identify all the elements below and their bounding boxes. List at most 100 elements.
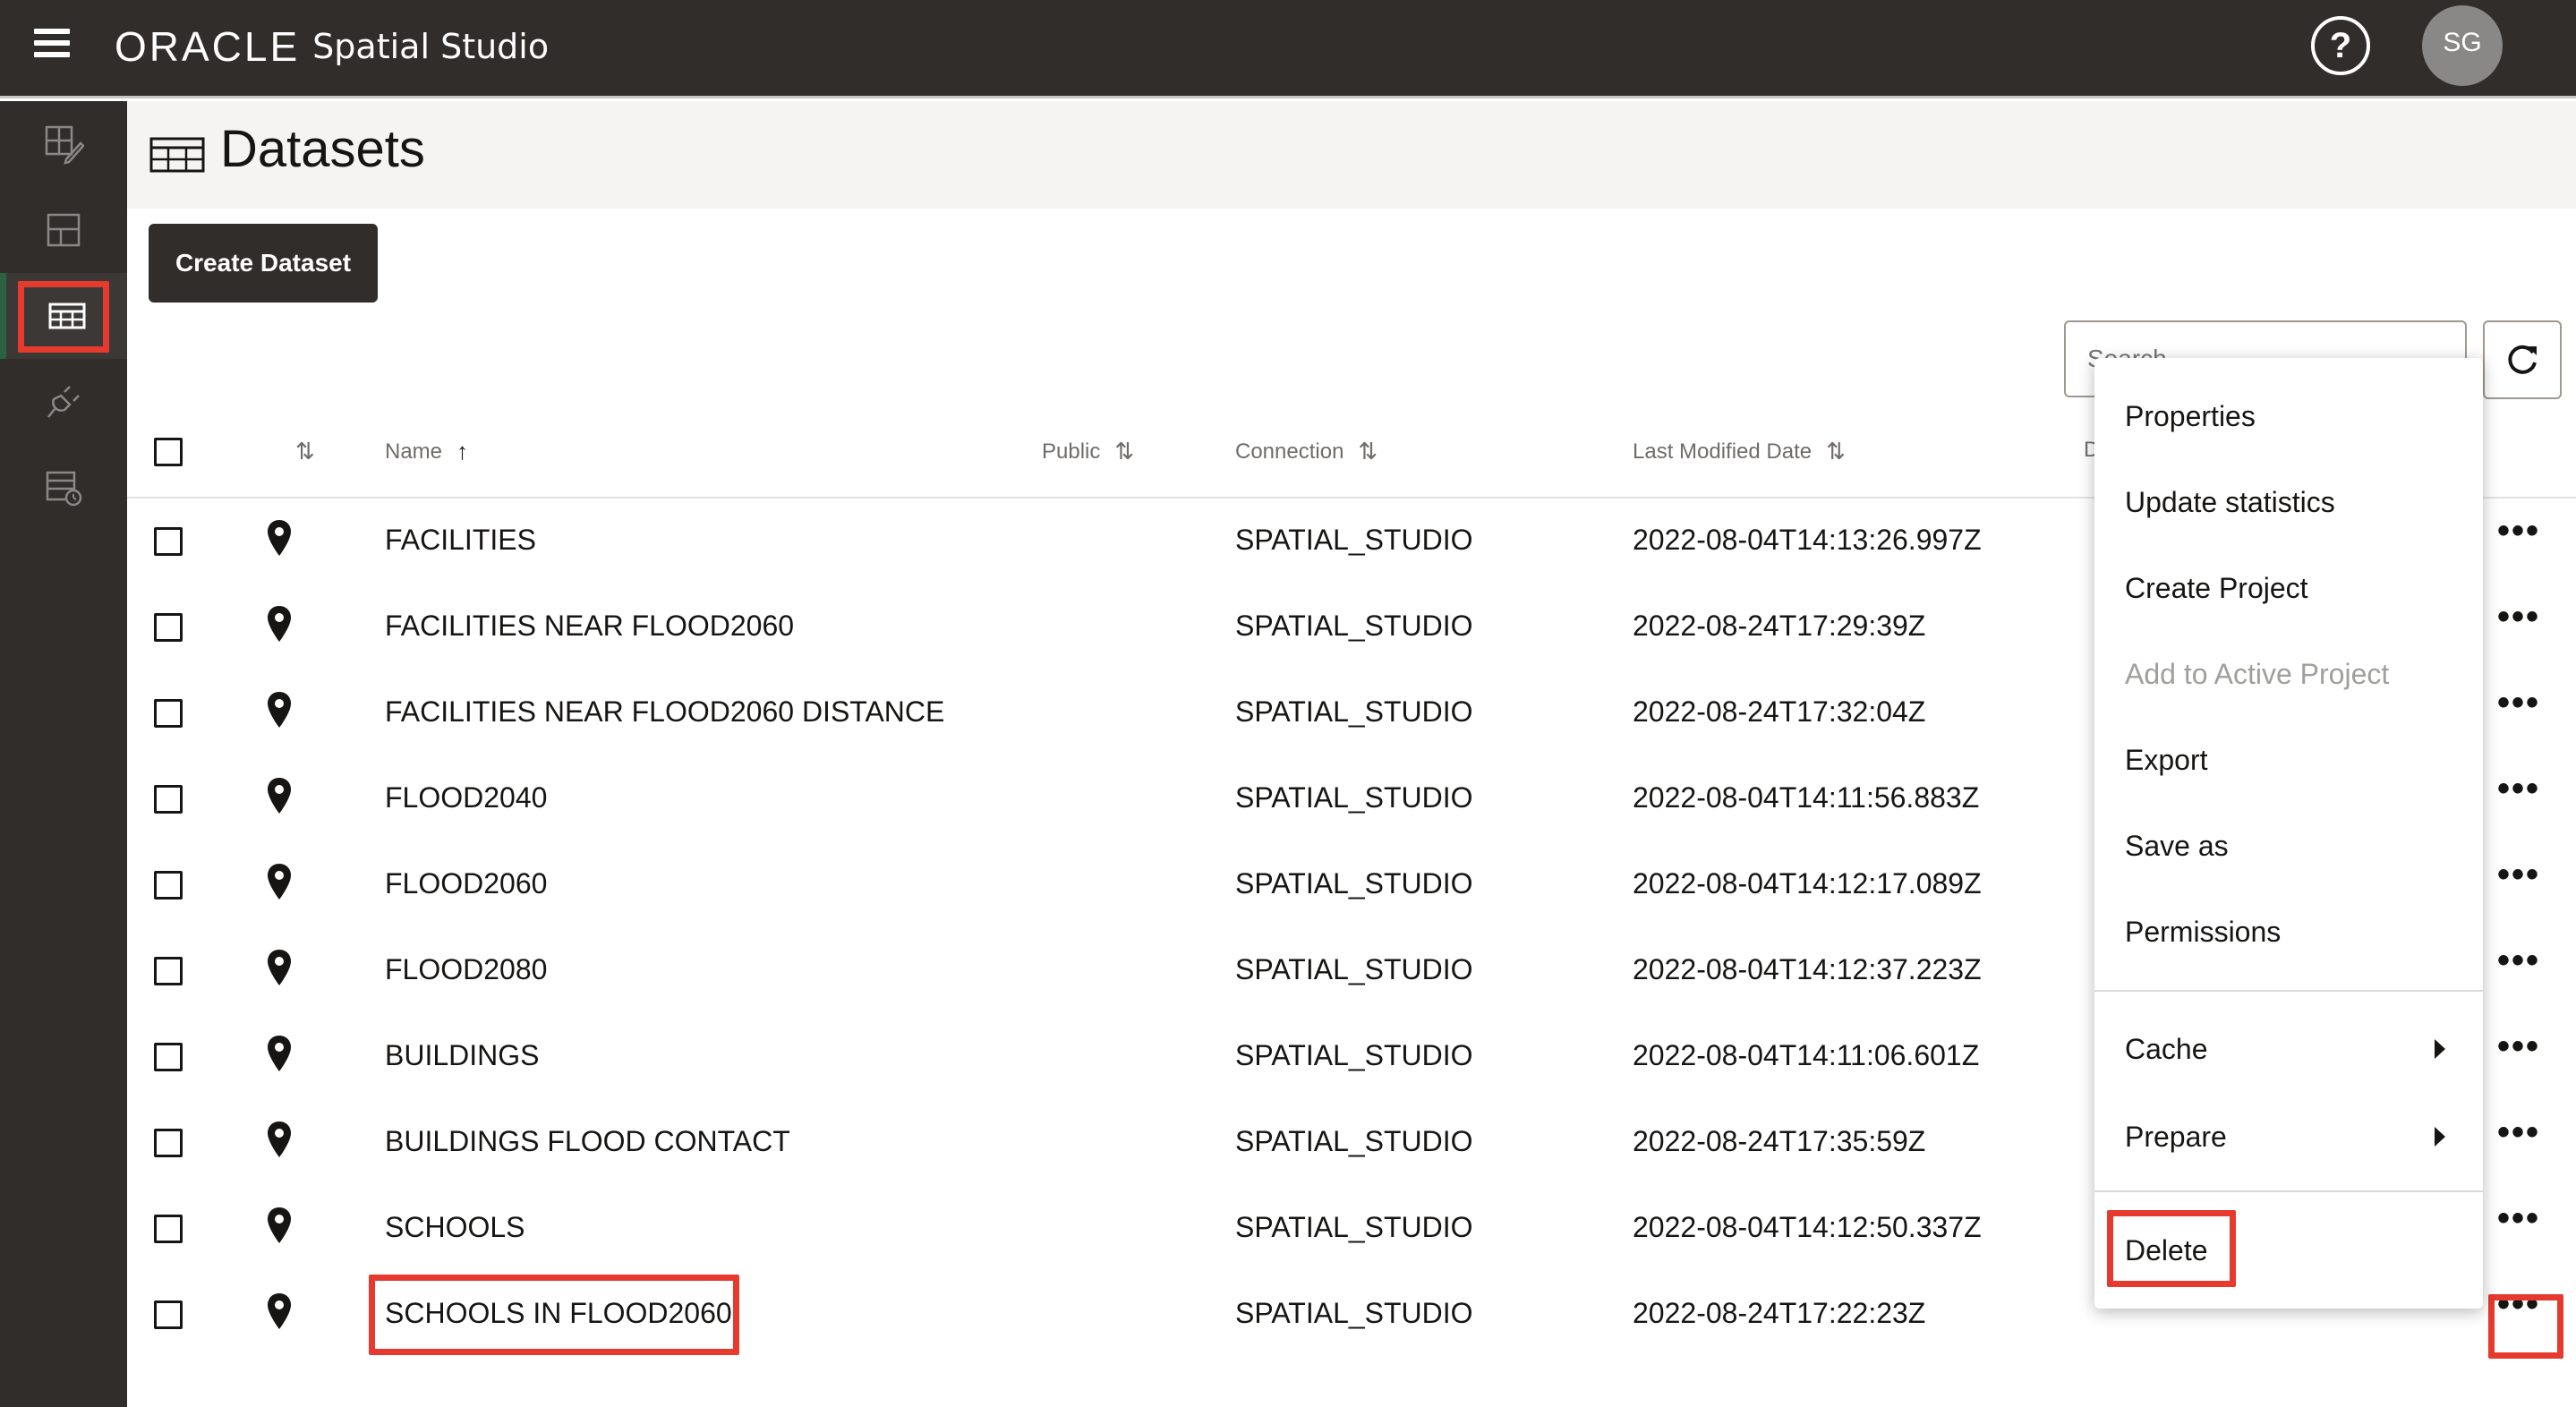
row-checkbox[interactable]	[154, 527, 183, 556]
row-checkbox[interactable]	[154, 871, 183, 900]
row-checkbox[interactable]	[154, 1129, 183, 1157]
last-modified-date: 2022-08-04T14:12:17.089Z	[1633, 867, 1982, 900]
last-modified-column-header[interactable]: Last Modified Date ⇅	[1633, 438, 1846, 465]
menu-item-add-to-active-project: Add to Active Project	[2094, 634, 2483, 714]
public-header-label: Public	[1042, 439, 1101, 464]
datasets-nav-highlight	[18, 281, 109, 353]
product-name: Spatial Studio	[312, 27, 550, 66]
brand-logo: ORACLE Spatial Studio	[115, 20, 549, 73]
map-pin-icon	[268, 692, 291, 728]
row-checkbox[interactable]	[154, 785, 183, 814]
dataset-name[interactable]: BUILDINGS	[385, 1039, 539, 1072]
public-column-header[interactable]: Public ⇅	[1042, 438, 1134, 465]
row-checkbox[interactable]	[154, 1300, 183, 1329]
menu-item-create-project[interactable]: Create Project	[2094, 548, 2483, 628]
refresh-icon	[2508, 345, 2537, 374]
row-checkbox[interactable]	[154, 1043, 183, 1071]
menu-item-update-statistics[interactable]: Update statistics	[2094, 462, 2483, 542]
connection-column-header[interactable]: Connection ⇅	[1235, 438, 1378, 465]
map-pin-icon	[268, 1207, 291, 1243]
row-actions-ellipsis-icon[interactable]: •••	[2494, 599, 2544, 644]
dataset-name[interactable]: BUILDINGS FLOOD CONTACT	[385, 1125, 790, 1158]
dataset-name[interactable]: FACILITIES	[385, 524, 536, 557]
menu-item-cache[interactable]: Cache	[2094, 1009, 2483, 1089]
map-pin-icon	[268, 1036, 291, 1071]
row-checkbox[interactable]	[154, 1215, 183, 1243]
menu-divider	[2094, 1190, 2483, 1192]
dataset-name[interactable]: FLOOD2060	[385, 867, 547, 900]
menu-item-label: Add to Active Project	[2125, 657, 2390, 690]
last-modified-date: 2022-08-24T17:32:04Z	[1633, 695, 1926, 728]
connection-name: SPATIAL_STUDIO	[1235, 610, 1473, 642]
menu-item-label: Export	[2125, 743, 2208, 776]
name-header-label: Name	[385, 439, 443, 464]
submenu-arrow-icon	[2435, 1039, 2445, 1059]
map-pin-icon	[268, 1293, 291, 1329]
top-bar: ORACLE Spatial Studio ? SG	[0, 0, 2576, 98]
last-modified-date: 2022-08-04T14:11:06.601Z	[1633, 1039, 1980, 1071]
projects-nav-icon	[45, 125, 84, 165]
menu-item-label: Properties	[2125, 399, 2256, 432]
connection-name: SPATIAL_STUDIO	[1235, 1297, 1473, 1329]
dataset-name[interactable]: FACILITIES NEAR FLOOD2060 DISTANCE	[385, 695, 944, 729]
row-actions-ellipsis-icon[interactable]: •••	[2494, 685, 2544, 729]
menu-item-permissions[interactable]: Permissions	[2094, 891, 2483, 972]
menu-item-prepare[interactable]: Prepare	[2094, 1096, 2483, 1177]
connection-header-label: Connection	[1235, 439, 1344, 464]
submenu-arrow-icon	[2435, 1127, 2445, 1147]
create-dataset-button[interactable]: Create Dataset	[149, 224, 378, 303]
connection-name: SPATIAL_STUDIO	[1235, 524, 1473, 556]
row-actions-ellipsis-icon[interactable]: •••	[2494, 771, 2544, 815]
connection-name: SPATIAL_STUDIO	[1235, 1125, 1473, 1157]
dataset-context-menu: Properties Update statistics Create Projec…	[2094, 358, 2483, 1309]
hamburger-menu-icon[interactable]	[34, 29, 70, 64]
dataset-name[interactable]: FACILITIES NEAR FLOOD2060	[385, 610, 794, 643]
help-icon[interactable]: ?	[2311, 16, 2370, 75]
row-checkbox[interactable]	[154, 957, 183, 985]
refresh-button[interactable]	[2483, 320, 2562, 399]
user-avatar[interactable]: SG	[2422, 5, 2503, 86]
rail-item-connections[interactable]	[0, 359, 127, 445]
row-checkbox[interactable]	[154, 613, 183, 642]
map-pin-icon	[268, 950, 291, 985]
connections-nav-icon	[47, 386, 80, 418]
row-actions-ellipsis-icon[interactable]: •••	[2494, 1200, 2544, 1245]
map-pin-icon	[268, 864, 291, 900]
connection-name: SPATIAL_STUDIO	[1235, 781, 1473, 814]
last-modified-date: 2022-08-04T14:13:26.997Z	[1633, 524, 1982, 556]
sort-icon[interactable]: ⇅	[1826, 438, 1846, 465]
page-header: Datasets	[127, 101, 2576, 209]
type-column-sort-icon[interactable]: ⇅	[281, 438, 315, 465]
row-checkbox[interactable]	[154, 699, 183, 728]
delete-highlight	[2107, 1210, 2236, 1287]
row-actions-ellipsis-icon[interactable]: •••	[2494, 1114, 2544, 1159]
row-actions-ellipsis-icon[interactable]: •••	[2494, 1028, 2544, 1073]
sort-icon[interactable]: ⇅	[1358, 438, 1378, 465]
dataset-name[interactable]: SCHOOLS	[385, 1211, 525, 1244]
row-actions-ellipsis-icon[interactable]: •••	[2494, 942, 2544, 987]
menu-item-export[interactable]: Export	[2094, 720, 2483, 800]
connection-name: SPATIAL_STUDIO	[1235, 867, 1473, 900]
rail-item-dashboards[interactable]	[0, 187, 127, 273]
rail-item-projects[interactable]	[0, 101, 127, 187]
row-actions-ellipsis-icon[interactable]: •••	[2494, 513, 2544, 558]
connection-name: SPATIAL_STUDIO	[1235, 953, 1473, 985]
connection-name: SPATIAL_STUDIO	[1235, 1039, 1473, 1071]
select-all-checkbox[interactable]	[154, 438, 183, 466]
jobs-nav-icon	[46, 471, 82, 507]
sort-icon[interactable]: ⇅	[1114, 438, 1134, 465]
dataset-name[interactable]: FLOOD2080	[385, 953, 547, 986]
menu-item-properties[interactable]: Properties	[2094, 376, 2483, 456]
row-actions-ellipsis-icon[interactable]: •••	[2494, 857, 2544, 901]
connection-name: SPATIAL_STUDIO	[1235, 695, 1473, 728]
dashboards-nav-icon	[47, 213, 81, 247]
rail-item-jobs[interactable]	[0, 445, 127, 531]
dataset-name[interactable]: FLOOD2040	[385, 781, 547, 814]
oracle-wordmark: ORACLE	[115, 23, 301, 70]
page-title: Datasets	[220, 120, 425, 178]
name-column-header[interactable]: Name ↑	[385, 438, 468, 465]
map-pin-icon	[268, 1121, 291, 1157]
menu-item-save-as[interactable]: Save as	[2094, 806, 2483, 886]
sort-ascending-icon[interactable]: ↑	[456, 438, 468, 465]
map-pin-icon	[268, 778, 291, 814]
